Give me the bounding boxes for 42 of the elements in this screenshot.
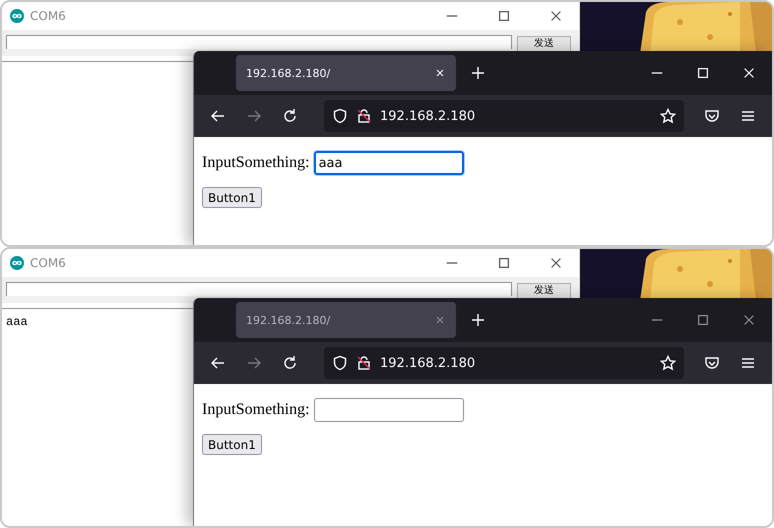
close-icon[interactable] bbox=[549, 256, 563, 270]
crossed-lock-icon bbox=[356, 108, 372, 124]
star-icon[interactable] bbox=[660, 108, 676, 124]
window-title: COM6 bbox=[30, 256, 67, 270]
close-icon[interactable] bbox=[549, 9, 563, 23]
crossed-lock-icon bbox=[356, 355, 372, 371]
text-input[interactable] bbox=[314, 398, 464, 422]
pocket-icon[interactable] bbox=[704, 108, 720, 124]
output-line: aaa bbox=[6, 315, 28, 329]
back-arrow-icon[interactable] bbox=[210, 355, 226, 371]
reload-icon[interactable] bbox=[282, 108, 298, 124]
address-bar[interactable]: 192.168.2.180 bbox=[324, 100, 684, 132]
button1[interactable]: Button1 bbox=[202, 187, 262, 208]
send-button[interactable]: 发送 bbox=[517, 283, 571, 298]
button1[interactable]: Button1 bbox=[202, 434, 262, 455]
maximize-icon[interactable] bbox=[497, 256, 511, 270]
browser-tab[interactable]: 192.168.2.180/ bbox=[236, 302, 456, 338]
maximize-icon[interactable] bbox=[696, 66, 710, 80]
reload-icon[interactable] bbox=[282, 355, 298, 371]
shield-icon bbox=[332, 355, 348, 371]
window-title: COM6 bbox=[30, 9, 67, 23]
browser-tab[interactable]: 192.168.2.180/ bbox=[236, 55, 456, 91]
maximize-icon[interactable] bbox=[497, 9, 511, 23]
text-input[interactable]: aaa bbox=[314, 151, 464, 175]
close-icon[interactable] bbox=[742, 66, 756, 80]
close-icon[interactable] bbox=[434, 67, 446, 79]
send-field[interactable] bbox=[6, 282, 512, 296]
infinity-logo-icon bbox=[10, 9, 24, 23]
forward-arrow-icon[interactable] bbox=[246, 355, 262, 371]
infinity-logo-icon bbox=[10, 256, 24, 270]
send-button[interactable]: 发送 bbox=[517, 36, 571, 51]
address-bar[interactable]: 192.168.2.180 bbox=[324, 347, 684, 379]
shield-icon bbox=[332, 108, 348, 124]
back-arrow-icon[interactable] bbox=[210, 108, 226, 124]
star-icon[interactable] bbox=[660, 355, 676, 371]
forward-arrow-icon[interactable] bbox=[246, 108, 262, 124]
pocket-icon[interactable] bbox=[704, 355, 720, 371]
send-field[interactable] bbox=[6, 35, 512, 49]
field-label: InputSomething: bbox=[202, 154, 310, 172]
plus-icon[interactable] bbox=[470, 312, 486, 328]
field-label: InputSomething: bbox=[202, 401, 310, 419]
plus-icon[interactable] bbox=[470, 65, 486, 81]
